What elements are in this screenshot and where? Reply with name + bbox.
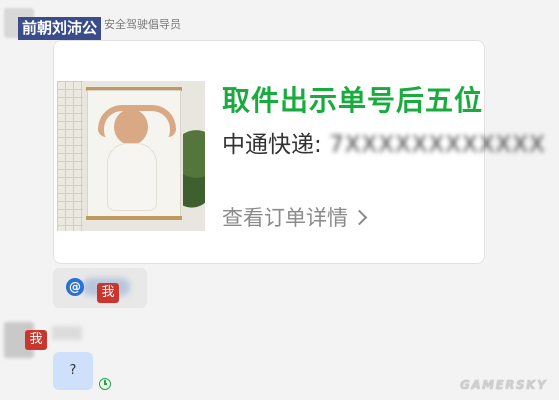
card-headline: 取件出示单号后五位: [222, 84, 484, 117]
poster-head: [114, 109, 148, 145]
view-order-link[interactable]: 查看订单详情: [222, 204, 368, 232]
chevron-right-icon: [351, 209, 368, 226]
card-thumbnail: [57, 81, 205, 231]
mention-badge: 我: [97, 283, 119, 303]
sender-title-badge: 安全驾驶倡导员: [104, 18, 181, 31]
poster-body: [107, 143, 157, 211]
tracking-number: 7XXXXXXXXXXXX: [329, 132, 546, 158]
sender2-name-blurred: [52, 326, 82, 340]
courier-label: 中通快递:: [222, 132, 330, 158]
sender2-badge: 我: [25, 330, 47, 350]
view-order-label: 查看订单详情: [222, 206, 348, 230]
question-message-bubble[interactable]: ?: [53, 352, 93, 390]
sending-clock-icon: [99, 378, 111, 390]
courier-line: 中通快递: 7XXXXXXXXXXXX: [222, 130, 546, 160]
at-icon: @: [66, 278, 84, 296]
plant: [183, 121, 205, 231]
scroll-rod-bottom: [86, 216, 182, 220]
sender-name[interactable]: 前朝刘沛公: [18, 17, 102, 40]
watermark: GAMERSKY: [460, 378, 548, 392]
window-lattice: [57, 81, 83, 231]
